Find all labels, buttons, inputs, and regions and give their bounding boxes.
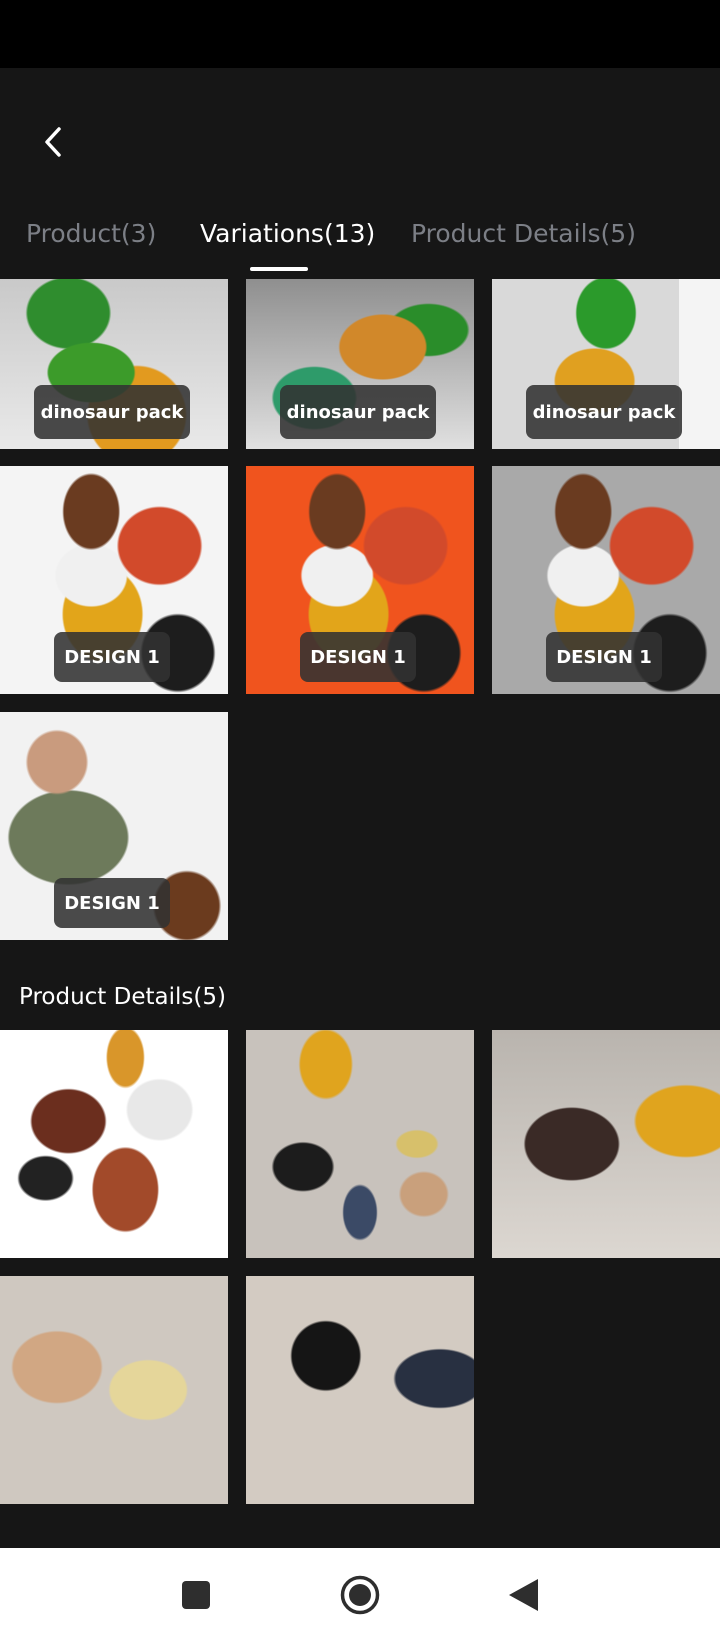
variation-label: dinosaur pack xyxy=(526,385,682,439)
variation-tile-dinosaur-pack-2[interactable]: dinosaur pack xyxy=(246,279,474,449)
section-title-product-details: Product Details(5) xyxy=(19,984,226,1010)
variation-tile-design-1-white[interactable]: DESIGN 1 xyxy=(0,466,228,694)
product-detail-image-3[interactable] xyxy=(492,1030,720,1258)
variation-label: DESIGN 1 xyxy=(546,632,662,682)
status-bar xyxy=(0,0,720,68)
tab-bar: Product(3) Variations(13) Product Detail… xyxy=(0,205,720,275)
animals-on-floor-image xyxy=(246,1030,474,1258)
variation-tile-design-1-grey[interactable]: DESIGN 1 xyxy=(492,466,720,694)
variation-label: DESIGN 1 xyxy=(300,632,416,682)
active-tab-indicator xyxy=(250,267,308,271)
square-icon xyxy=(182,1581,210,1609)
triangle-back-icon xyxy=(509,1579,538,1611)
recents-button[interactable] xyxy=(168,1568,224,1622)
animals-on-floor-image xyxy=(492,1030,720,1258)
product-detail-image-4[interactable] xyxy=(0,1276,228,1504)
variation-label: DESIGN 1 xyxy=(54,878,170,928)
back-button[interactable] xyxy=(30,112,76,172)
product-detail-image-5[interactable] xyxy=(246,1276,474,1504)
tab-product-details[interactable]: Product Details(5) xyxy=(411,219,636,248)
farm-animals-image xyxy=(0,1030,228,1258)
product-detail-image-1[interactable] xyxy=(0,1030,228,1258)
back-nav-button[interactable] xyxy=(495,1568,551,1622)
product-detail-image-2[interactable] xyxy=(246,1030,474,1258)
tab-variations[interactable]: Variations(13) xyxy=(200,219,375,248)
variation-label: DESIGN 1 xyxy=(54,632,170,682)
variation-label: dinosaur pack xyxy=(34,385,190,439)
variation-label: dinosaur pack xyxy=(280,385,436,439)
chevron-left-icon xyxy=(45,127,61,157)
cow-and-buffalo-image xyxy=(246,1276,474,1504)
variation-tile-dinosaur-pack-1[interactable]: dinosaur pack xyxy=(0,279,228,449)
variation-tile-design-1-kid[interactable]: DESIGN 1 xyxy=(0,712,228,940)
header xyxy=(0,68,720,188)
system-navigation-bar xyxy=(0,1548,720,1640)
variation-tile-dinosaur-pack-3[interactable]: dinosaur pack xyxy=(492,279,720,449)
variation-tile-design-1-orange[interactable]: DESIGN 1 xyxy=(246,466,474,694)
sheep-image xyxy=(0,1276,228,1504)
home-button[interactable] xyxy=(332,1568,388,1622)
circle-icon xyxy=(340,1575,380,1615)
tab-product[interactable]: Product(3) xyxy=(26,219,156,248)
